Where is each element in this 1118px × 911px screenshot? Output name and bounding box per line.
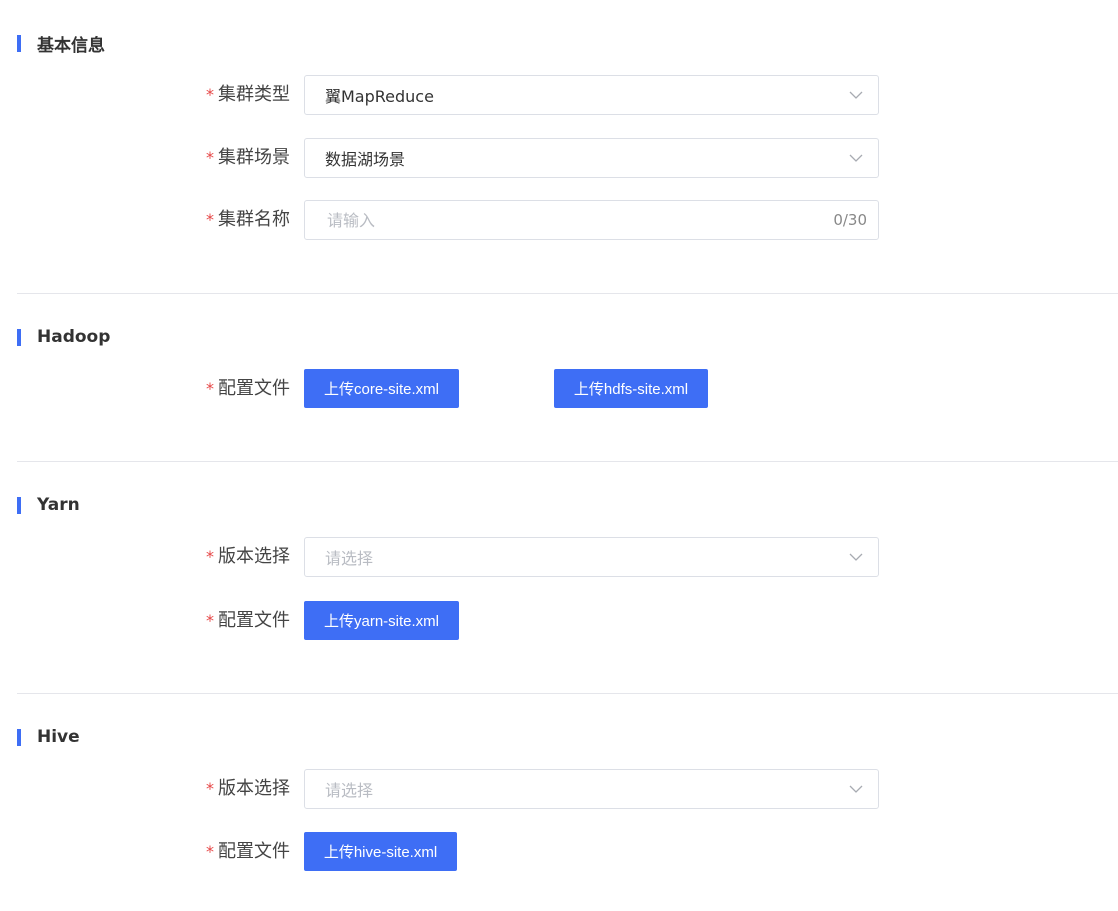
cluster-type-value: 翼MapReduce — [325, 87, 434, 106]
cluster-scenario-value: 数据湖场景 — [325, 150, 406, 169]
cluster-type-select[interactable]: 翼MapReduce — [304, 75, 879, 115]
hive-config-label-text: 配置文件 — [218, 841, 290, 862]
section-title-basic-info: 基本信息 — [17, 34, 105, 56]
yarn-version-label: * 版本选择 — [140, 537, 290, 577]
section-title-text: Hive — [37, 727, 80, 747]
yarn-config-label-text: 配置文件 — [218, 610, 290, 631]
required-mark: * — [206, 210, 214, 229]
required-mark: * — [206, 779, 214, 798]
hive-version-label-text: 版本选择 — [218, 778, 290, 799]
yarn-version-label-text: 版本选择 — [218, 546, 290, 567]
section-divider — [17, 693, 1118, 694]
cluster-name-label: * 集群名称 — [140, 200, 290, 240]
cluster-scenario-label-text: 集群场景 — [218, 147, 290, 168]
chevron-down-icon — [846, 85, 866, 105]
upload-hive-site-button[interactable]: 上传hive-site.xml — [304, 832, 457, 871]
required-mark: * — [206, 85, 214, 104]
section-accent-bar — [17, 728, 21, 746]
required-mark: * — [206, 148, 214, 167]
section-title-hive: Hive — [17, 727, 80, 747]
cluster-type-label: * 集群类型 — [140, 75, 290, 115]
section-title-text: Hadoop — [37, 327, 111, 347]
hive-version-placeholder: 请选择 — [325, 781, 374, 800]
section-accent-bar — [17, 496, 21, 514]
yarn-version-select[interactable]: 请选择 — [304, 537, 879, 577]
cluster-name-input[interactable] — [325, 209, 834, 231]
section-title-text: 基本信息 — [37, 35, 105, 56]
chevron-down-icon — [846, 148, 866, 168]
required-mark: * — [206, 842, 214, 861]
section-title-text: Yarn — [37, 495, 80, 515]
chevron-down-icon — [846, 547, 866, 567]
character-counter: 0/30 — [833, 211, 867, 229]
hadoop-config-label: * 配置文件 — [140, 369, 290, 409]
chevron-down-icon — [846, 779, 866, 799]
cluster-name-label-text: 集群名称 — [218, 209, 290, 230]
section-title-hadoop: Hadoop — [17, 327, 111, 347]
section-accent-bar — [17, 34, 21, 52]
upload-hdfs-site-button[interactable]: 上传hdfs-site.xml — [554, 369, 708, 408]
cluster-scenario-select[interactable]: 数据湖场景 — [304, 138, 879, 178]
yarn-version-placeholder: 请选择 — [325, 549, 374, 568]
section-accent-bar — [17, 328, 21, 346]
cluster-scenario-label: * 集群场景 — [140, 138, 290, 178]
required-mark: * — [206, 379, 214, 398]
upload-core-site-button[interactable]: 上传core-site.xml — [304, 369, 459, 408]
hadoop-config-label-text: 配置文件 — [218, 378, 290, 399]
upload-yarn-site-button[interactable]: 上传yarn-site.xml — [304, 601, 459, 640]
required-mark: * — [206, 611, 214, 630]
hive-version-label: * 版本选择 — [140, 769, 290, 809]
section-divider — [17, 293, 1118, 294]
required-mark: * — [206, 547, 214, 566]
hive-version-select[interactable]: 请选择 — [304, 769, 879, 809]
cluster-name-field: 0/30 — [304, 200, 879, 240]
section-title-yarn: Yarn — [17, 495, 80, 515]
section-divider — [17, 461, 1118, 462]
yarn-config-label: * 配置文件 — [140, 601, 290, 641]
hive-config-label: * 配置文件 — [140, 832, 290, 872]
cluster-type-label-text: 集群类型 — [218, 84, 290, 105]
